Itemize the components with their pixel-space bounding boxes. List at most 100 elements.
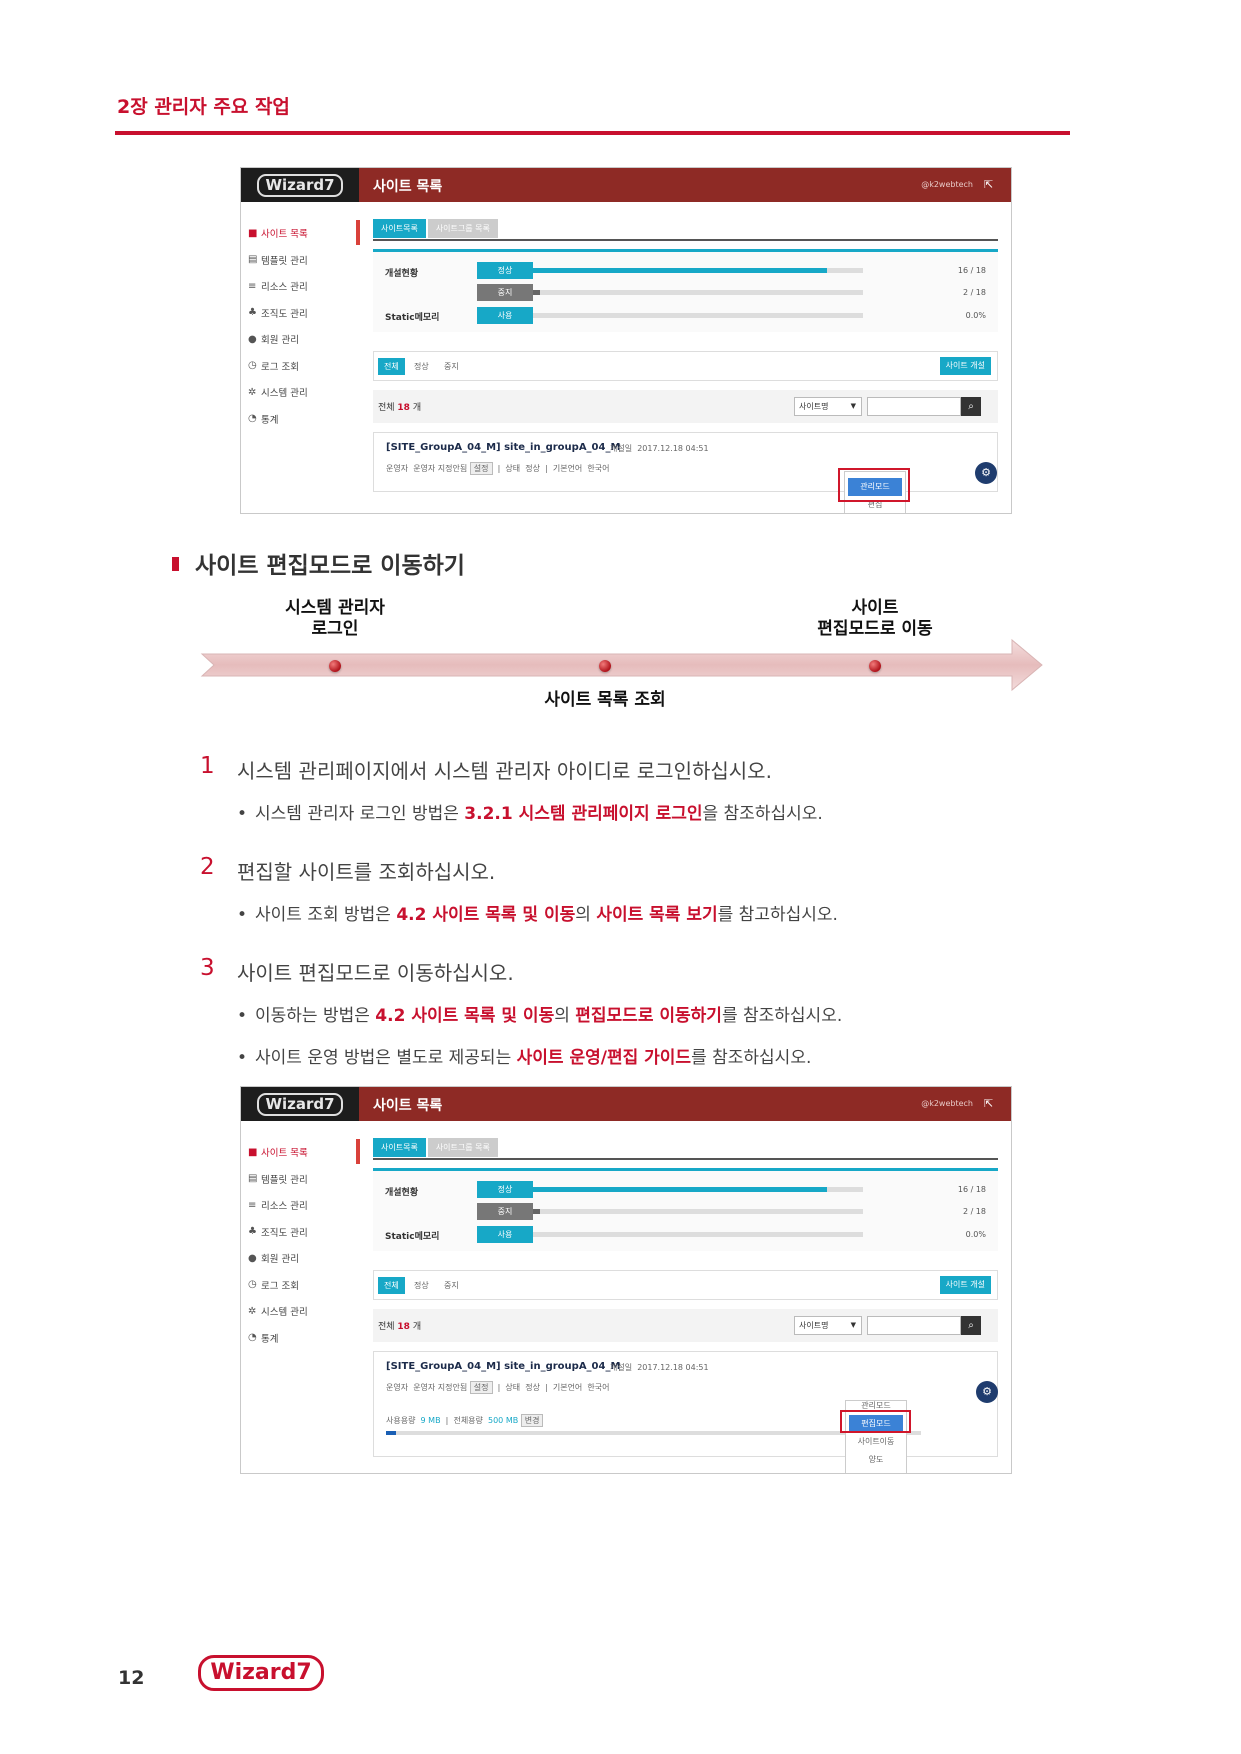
filter-all[interactable]: 전체: [378, 1277, 405, 1294]
pie-chart-icon: ◔: [248, 1332, 257, 1344]
used-value: 0.0%: [965, 1230, 986, 1239]
user-icon: ●: [248, 1252, 257, 1264]
sidebar-item-system[interactable]: ✲ 시스템 관리: [241, 379, 359, 406]
sidebar-item-label: 회원 관리: [261, 335, 299, 347]
filter-bar: 전체 정상 중지 사이트 개설: [373, 1270, 998, 1300]
sidebar-item-site-list[interactable]: ■ 사이트 목록: [241, 220, 359, 247]
screenshot-site-list-2: Wizard7 사이트 목록 @k2webtech ⇱ ■ 사이트 목록 ▤ 템플릿…: [240, 1086, 1012, 1474]
set-operator-button[interactable]: 설정: [469, 462, 493, 475]
sidebar-item-log[interactable]: ◷ 로그 조회: [241, 353, 359, 380]
sidebar-item-site-list[interactable]: ■ 사이트 목록: [241, 1139, 359, 1166]
filter-normal[interactable]: 정상: [408, 1277, 435, 1294]
site-date: 개설일 2017.12.18 04:51: [610, 1362, 709, 1373]
sidebar-item-org[interactable]: ♣ 조직도 관리: [241, 300, 359, 327]
tab-bar: 사이트목록 사이트그룹 목록: [373, 219, 500, 238]
normal-value: 16 / 18: [957, 266, 986, 275]
count-value: 18: [397, 403, 410, 413]
app-logo[interactable]: Wizard7: [241, 1087, 359, 1121]
menu-item-transfer[interactable]: 양도: [846, 1451, 906, 1469]
filter-stopped[interactable]: 중지: [438, 358, 465, 375]
sidebar-item-template[interactable]: ▤ 템플릿 관리: [241, 247, 359, 274]
sidebar-item-template[interactable]: ▤ 템플릿 관리: [241, 1166, 359, 1193]
sidebar-item-org[interactable]: ♣ 조직도 관리: [241, 1219, 359, 1246]
sidebar-item-resource[interactable]: ≡ 리소스 관리: [241, 273, 359, 300]
gear-icon: ✲: [248, 386, 257, 398]
screenshot-site-list-1: Wizard7 사이트 목록 @k2webtech ⇱ ■ 사이트 목록 ▤ 템플릿…: [240, 167, 1012, 514]
sidebar-item-log[interactable]: ◷ 로그 조회: [241, 1272, 359, 1299]
bullet-dot: •: [237, 1048, 248, 1068]
step-text-2: 편집할 사이트를 조회하십시오.: [237, 860, 496, 884]
sidebar-item-member[interactable]: ● 회원 관리: [241, 326, 359, 353]
sidebar-item-stats[interactable]: ◔ 통계: [241, 406, 359, 433]
sidebar-item-system[interactable]: ✲ 시스템 관리: [241, 1298, 359, 1325]
sidebar-item-resource[interactable]: ≡ 리소스 관리: [241, 1192, 359, 1219]
xref-link[interactable]: 편집모드로 이동하기: [575, 1006, 722, 1026]
grid-icon: ■: [248, 1146, 258, 1158]
user-icon: ●: [248, 333, 257, 345]
filter-bar: 전체 정상 중지 사이트 개설: [373, 351, 998, 381]
count-bar: 전체 18 개 사이트명 ▼ ⌕: [373, 390, 998, 423]
total-count: 전체 18 개: [378, 400, 421, 413]
create-site-button[interactable]: 사이트 개설: [939, 357, 991, 375]
set-operator-button[interactable]: 설정: [469, 1381, 493, 1394]
stopped-badge: 중지: [477, 284, 533, 301]
menu-item-site-move[interactable]: 사이트이동: [846, 1433, 906, 1451]
create-site-button[interactable]: 사이트 개설: [939, 1276, 991, 1294]
sidebar-item-label: 사이트 목록: [261, 1148, 308, 1160]
xref-link[interactable]: 사이트 목록 보기: [596, 905, 717, 925]
search-button[interactable]: ⌕: [961, 397, 981, 416]
xref-link[interactable]: 3.2.1 시스템 관리페이지 로그인: [464, 804, 702, 824]
sidebar-item-member[interactable]: ● 회원 관리: [241, 1245, 359, 1272]
tab-bar: 사이트목록 사이트그룹 목록: [373, 1138, 500, 1157]
bullet-text: 을 참조하십시오.: [702, 804, 823, 824]
search-input[interactable]: [867, 397, 961, 416]
normal-badge: 정상: [477, 1181, 533, 1198]
search-button[interactable]: ⌕: [961, 1316, 981, 1335]
xref-link[interactable]: 4.2 사이트 목록 및 이동: [396, 905, 575, 925]
date-value: 2017.12.18 04:51: [637, 1363, 709, 1372]
clock-icon: ◷: [248, 360, 257, 372]
sidebar-item-label: 사이트 목록: [261, 229, 308, 241]
usage-progress-fill: [386, 1431, 396, 1435]
xref-link[interactable]: 사이트 운영/편집 가이드: [517, 1048, 691, 1068]
tab-site-group-list[interactable]: 사이트그룹 목록: [427, 1138, 498, 1157]
site-settings-icon[interactable]: ⚙: [975, 462, 997, 484]
tab-underline: [373, 1158, 998, 1160]
total-value: 500 MB: [488, 1416, 519, 1425]
logo-text: Wizard7: [257, 173, 343, 197]
count-suffix: 개: [409, 1322, 422, 1332]
template-icon: ▤: [248, 1173, 258, 1185]
select-value: 사이트명: [799, 402, 829, 411]
highlight-box: [840, 1410, 911, 1433]
search-type-select[interactable]: 사이트명 ▼: [794, 1316, 862, 1335]
tab-site-list[interactable]: 사이트목록: [373, 219, 426, 238]
tab-site-list[interactable]: 사이트목록: [373, 1138, 426, 1157]
xref-link[interactable]: 4.2 사이트 목록 및 이동: [375, 1006, 554, 1026]
used-value: 0.0%: [965, 311, 986, 320]
sidebar-item-label: 조직도 관리: [261, 308, 308, 320]
tab-site-group-list[interactable]: 사이트그룹 목록: [427, 219, 498, 238]
sidebar-item-label: 리소스 관리: [261, 282, 308, 294]
used-progress: [533, 313, 863, 318]
bullet-dot: •: [237, 804, 248, 824]
grid-icon: ■: [248, 227, 258, 239]
search-input[interactable]: [867, 1316, 961, 1335]
sidebar-item-stats[interactable]: ◔ 통계: [241, 1325, 359, 1352]
site-settings-icon[interactable]: ⚙: [976, 1381, 998, 1403]
change-quota-button[interactable]: 변경: [520, 1414, 544, 1427]
total-label: 전체용량: [453, 1416, 483, 1425]
bullet-text: 를 참조하십시오.: [721, 1006, 843, 1026]
search-type-select[interactable]: 사이트명 ▼: [794, 397, 862, 416]
site-name[interactable]: [SITE_GroupA_04_M] site_in_groupA_04_M: [386, 442, 620, 453]
lang-value: 한국어: [587, 1383, 610, 1392]
filter-all[interactable]: 전체: [378, 358, 405, 375]
normal-progress-fill: [533, 268, 827, 273]
operator-label: 운영자: [386, 464, 409, 473]
count-value: 18: [397, 1322, 410, 1332]
select-value: 사이트명: [799, 1321, 829, 1330]
filter-normal[interactable]: 정상: [408, 358, 435, 375]
filter-stopped[interactable]: 중지: [438, 1277, 465, 1294]
flow-step-login: 시스템 관리자 로그인: [255, 598, 415, 640]
app-logo[interactable]: Wizard7: [241, 168, 359, 202]
site-name[interactable]: [SITE_GroupA_04_M] site_in_groupA_04_M: [386, 1361, 620, 1372]
